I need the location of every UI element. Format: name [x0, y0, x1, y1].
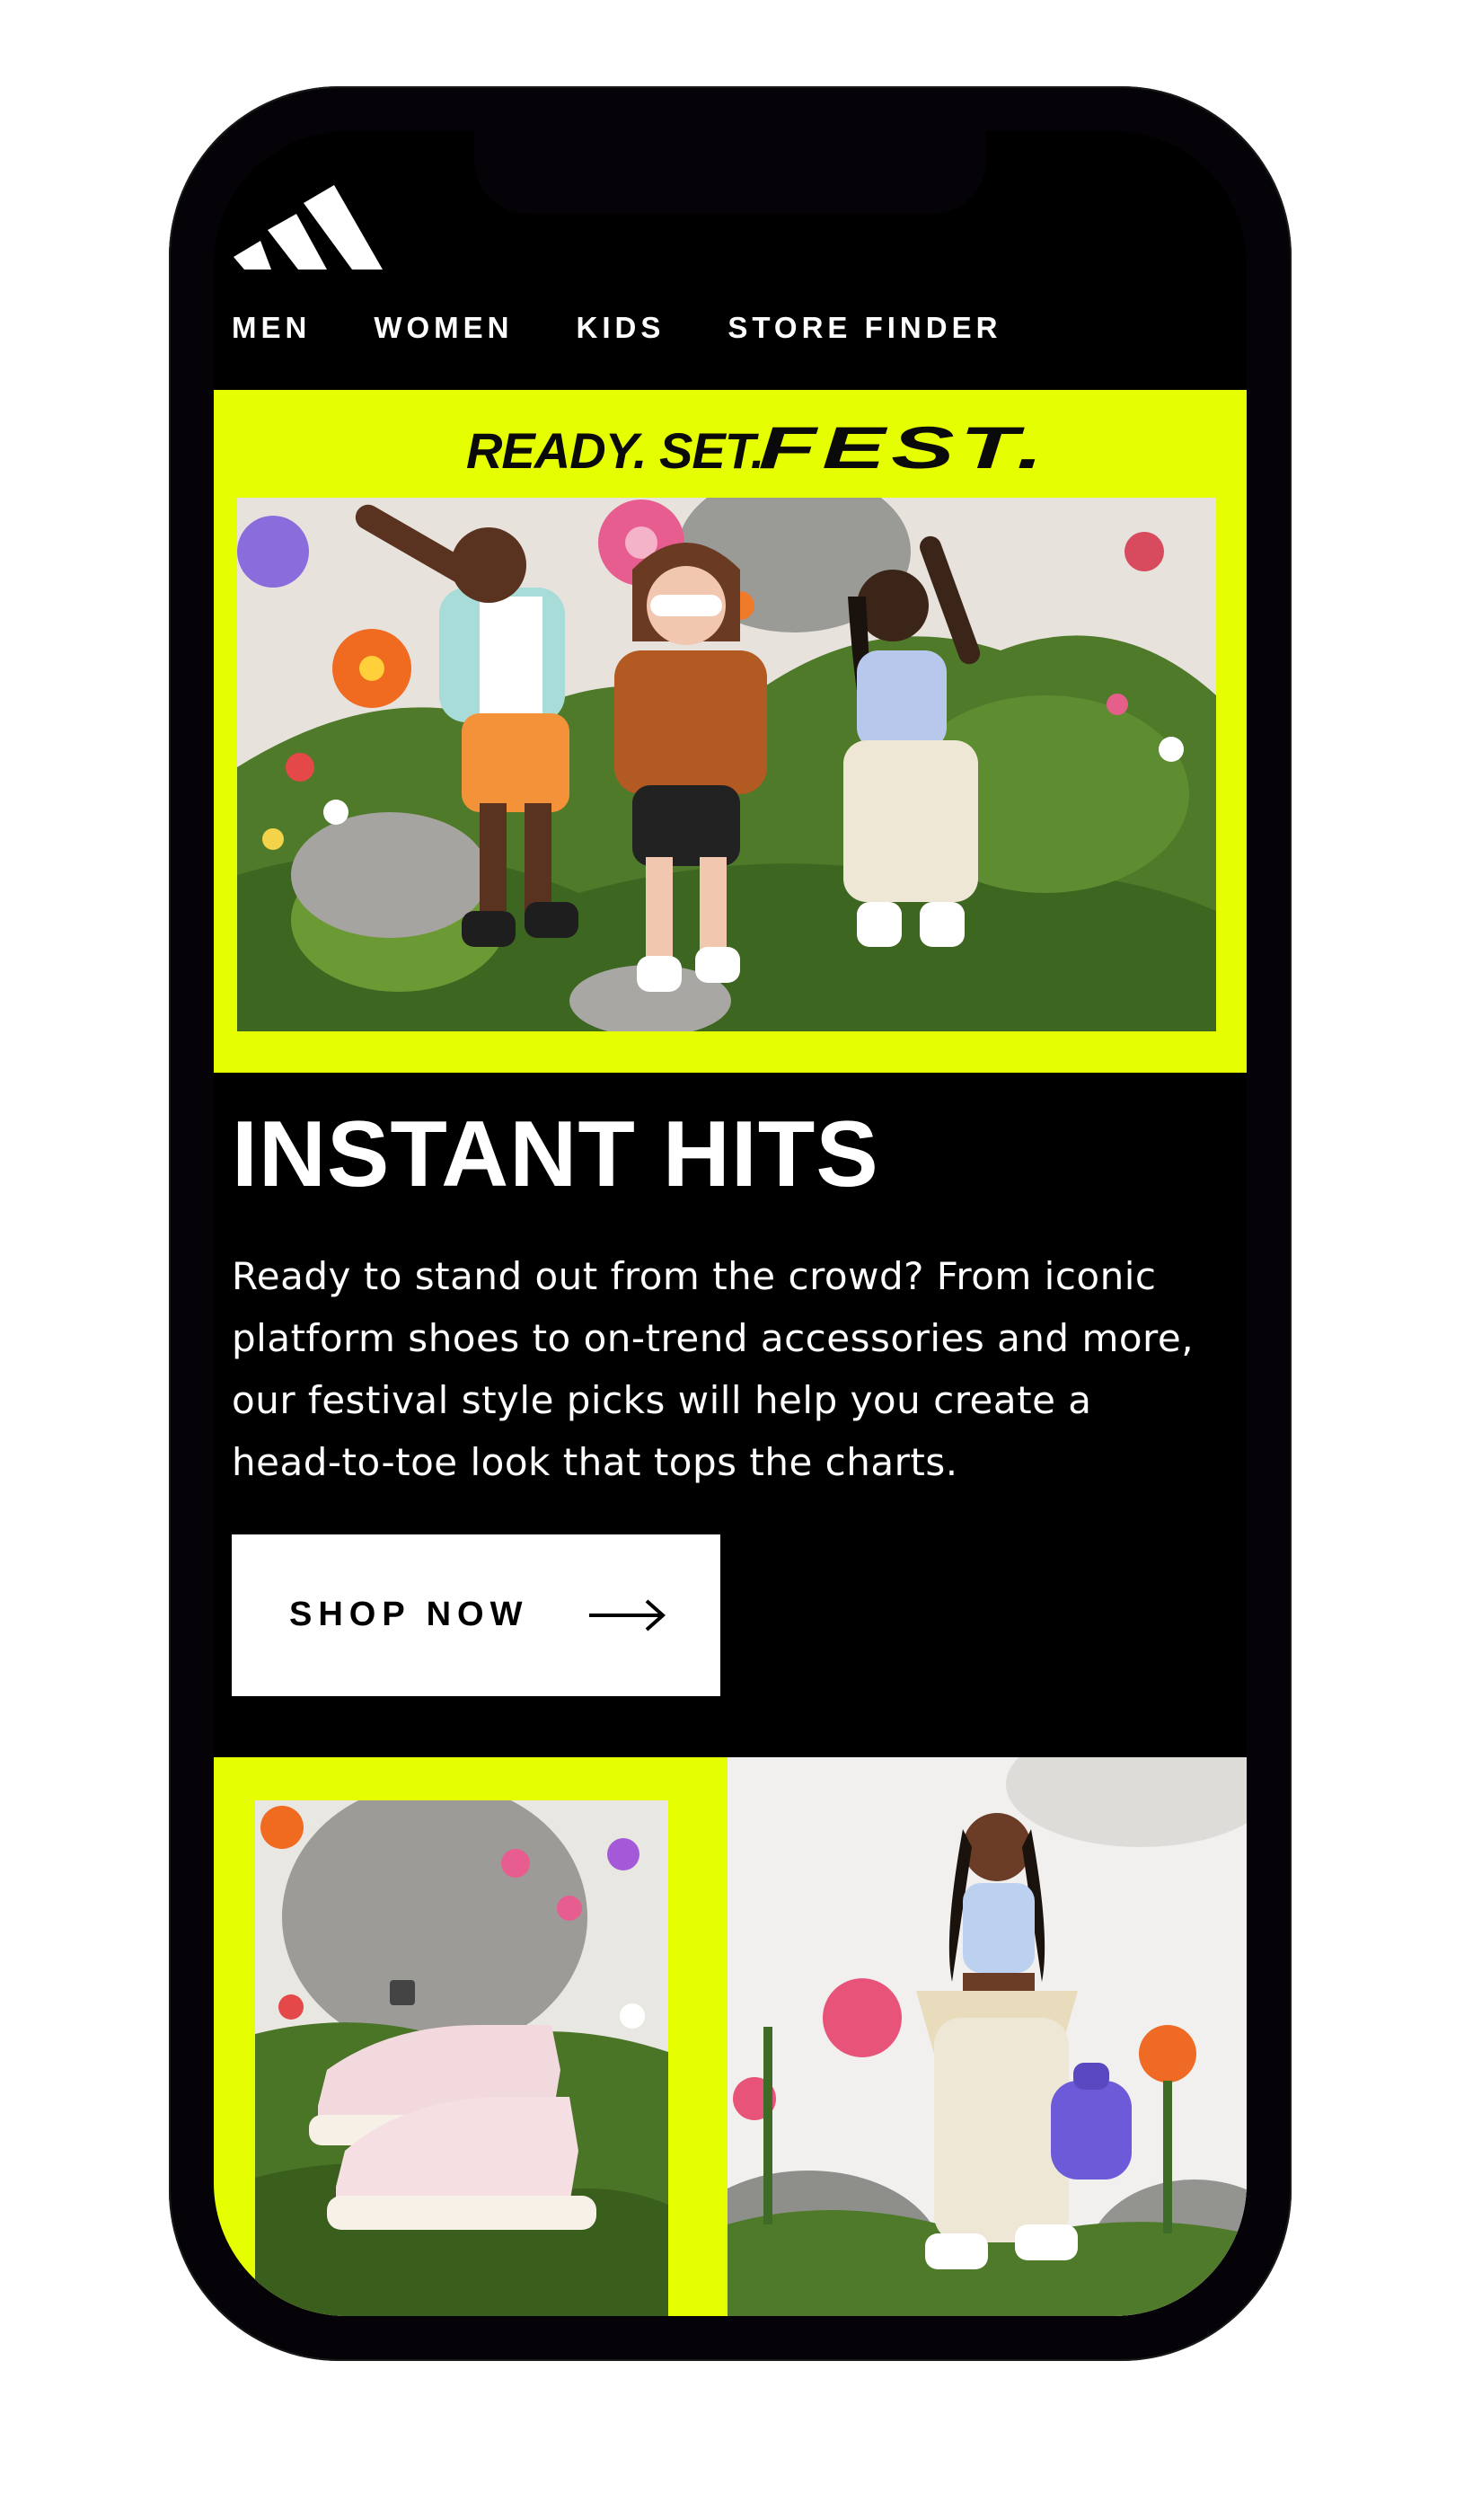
phone-frame: MEN WOMEN KIDS STORE FINDER READY. SET. …	[169, 86, 1292, 2361]
phone-notch	[474, 131, 986, 214]
nav-item-store-finder[interactable]: STORE FINDER	[728, 311, 1001, 345]
nav-item-kids[interactable]: KIDS	[577, 311, 666, 345]
hero-title-part1: READY. SET.	[465, 422, 764, 479]
email-screen: MEN WOMEN KIDS STORE FINDER READY. SET. …	[214, 131, 1247, 2316]
hero-banner[interactable]: READY. SET. FEST.	[214, 390, 1247, 1073]
shop-now-label: SHOP NOW	[289, 1596, 529, 1633]
hero-title-part2: FEST.	[758, 414, 1049, 481]
adidas-logo-icon[interactable]	[232, 174, 384, 273]
hero-title: READY. SET. FEST.	[214, 413, 1247, 482]
body-copy: Ready to stand out from the crowd? From …	[232, 1254, 1195, 1484]
arrow-right-icon	[587, 1599, 666, 1631]
main-nav: MEN WOMEN KIDS STORE FINDER	[232, 311, 1001, 345]
nav-item-women[interactable]: WOMEN	[374, 311, 513, 345]
product-tile-sneakers[interactable]	[214, 1757, 728, 2316]
sneakers-image[interactable]	[255, 1800, 668, 2316]
nav-item-men[interactable]: MEN	[232, 311, 311, 345]
hero-image[interactable]	[237, 498, 1216, 1031]
product-tile-model[interactable]	[728, 1757, 1247, 2316]
headline: INSTANT HITS	[232, 1102, 879, 1207]
shop-now-button[interactable]: SHOP NOW	[232, 1534, 720, 1696]
